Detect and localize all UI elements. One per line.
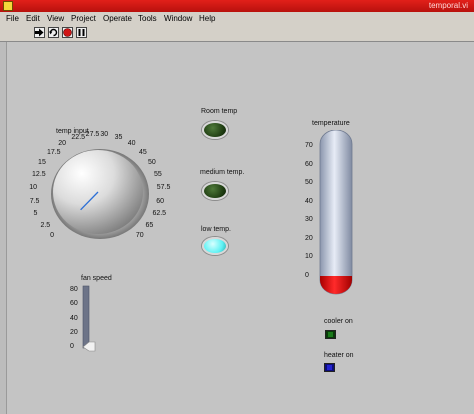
thermometer-tick-label: 30	[305, 216, 313, 224]
thermometer-tick-label: 10	[305, 253, 313, 261]
thermometer-tick-label: 40	[305, 197, 313, 205]
thermometer-label: temperature	[312, 120, 350, 127]
fan-speed-tick-label: 60	[70, 300, 78, 308]
fan-speed-label: fan speed	[81, 275, 112, 282]
thermometer-tick-label: 50	[305, 179, 313, 187]
knob-tick-label: 10	[29, 184, 37, 192]
fan-speed-tick-label: 40	[70, 314, 78, 322]
thermometer-tube	[319, 130, 353, 295]
fan-speed-slider[interactable]	[80, 284, 102, 354]
heater-on-label: heater on	[324, 352, 354, 359]
run-continuously-button[interactable]	[48, 27, 59, 38]
menu-file[interactable]: File	[6, 12, 19, 25]
room-temp-led	[202, 121, 228, 139]
menu-edit[interactable]: Edit	[26, 12, 40, 25]
menu-project[interactable]: Project	[71, 12, 96, 25]
menu-window[interactable]: Window	[164, 12, 192, 25]
menu-help[interactable]: Help	[199, 12, 215, 25]
knob-tick-label: 5	[33, 210, 38, 218]
run-continuously-icon	[49, 28, 58, 37]
pause-button[interactable]	[76, 27, 87, 38]
menu-bar: File Edit View Project Operate Tools Win…	[0, 12, 474, 26]
knob-tick-label: 35	[114, 134, 123, 142]
run-button[interactable]	[34, 27, 45, 38]
slider-track	[82, 285, 90, 349]
menu-view[interactable]: View	[47, 12, 64, 25]
room-temp-label: Room temp	[201, 108, 238, 115]
low-temp-label: low temp.	[201, 226, 231, 233]
knob-tick-label: 7.5	[29, 197, 40, 205]
menu-tools[interactable]: Tools	[138, 12, 157, 25]
cooler-on-label: cooler on	[324, 318, 353, 325]
pause-icon	[78, 29, 85, 36]
abort-stop-icon	[63, 28, 72, 37]
toolbar	[0, 25, 474, 42]
thermometer-bulb	[320, 276, 352, 294]
menu-operate[interactable]: Operate	[103, 12, 132, 25]
knob-tick-label: 30	[100, 131, 109, 139]
thermometer-tick-label: 60	[305, 160, 313, 168]
window-title: temporal.vi	[428, 1, 468, 10]
medium-temp-led	[202, 182, 228, 200]
low-temp-led	[202, 237, 228, 255]
panel-left-edge	[0, 42, 7, 414]
fan-speed-tick-label: 0	[70, 343, 74, 350]
run-arrow-icon	[35, 28, 44, 37]
cooler-on-led	[325, 330, 336, 339]
heater-on-led	[324, 363, 335, 372]
knob-tick-label: 22.5	[71, 134, 86, 142]
thermometer-tick-label: 0	[305, 272, 309, 279]
thermometer-tick-label: 70	[305, 142, 313, 149]
fan-speed-tick-label: 20	[70, 328, 78, 336]
labview-app-icon[interactable]	[3, 1, 13, 11]
title-bar: temporal.vi	[0, 0, 474, 12]
abort-button[interactable]	[62, 27, 73, 38]
medium-temp-label: medium temp.	[200, 169, 245, 176]
thermometer-tick-label: 20	[305, 234, 313, 242]
fan-speed-tick-label: 80	[70, 286, 78, 293]
temp-input-knob[interactable]	[40, 144, 160, 244]
temperature-thermometer	[319, 130, 353, 295]
knob-tick-label: 27.5	[85, 131, 100, 139]
